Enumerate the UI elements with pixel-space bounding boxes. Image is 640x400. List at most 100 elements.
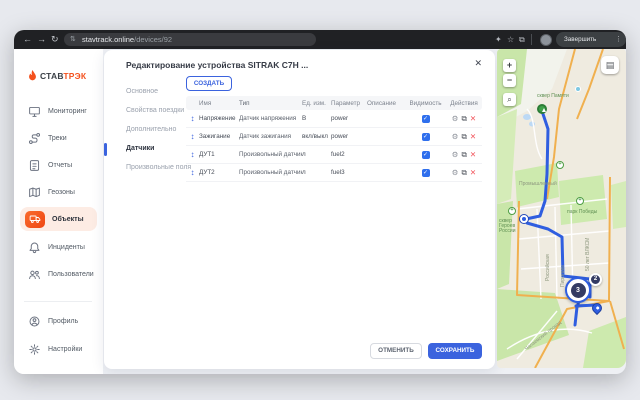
cluster-marker-small[interactable]: 2 — [589, 273, 602, 286]
visibility-checkbox[interactable]: ✓ — [422, 151, 430, 159]
park-marker[interactable]: + — [576, 197, 584, 205]
kebab-menu-icon[interactable]: ⋮ — [615, 32, 622, 47]
back-icon[interactable]: ← — [23, 33, 32, 46]
reload-icon[interactable]: ↻ — [51, 33, 59, 46]
settings-icon[interactable]: ⚙ — [452, 150, 459, 159]
sidebar-item-collapse[interactable]: ← Свернуть — [20, 365, 97, 374]
visibility-checkbox[interactable]: ✓ — [422, 169, 430, 177]
forward-icon[interactable]: → — [37, 33, 46, 46]
zoom-out-button[interactable]: − — [503, 74, 516, 87]
sensor-unit: л — [302, 169, 331, 176]
col-description: Описание — [367, 100, 405, 107]
cancel-button[interactable]: ОТМЕНИТЬ — [370, 343, 422, 359]
cluster-marker-large[interactable]: 3 — [565, 277, 591, 303]
settings-icon[interactable]: ⚙ — [452, 114, 459, 123]
create-button[interactable]: СОЗДАТЬ — [186, 76, 232, 91]
visibility-checkbox[interactable]: ✓ — [422, 115, 430, 123]
sensor-unit: В — [302, 115, 331, 122]
delete-icon[interactable]: ✕ — [470, 168, 476, 177]
sensor-name: Напряжение — [199, 115, 239, 122]
copy-icon[interactable]: ⧉ — [462, 132, 467, 142]
sensor-param: fuel3 — [331, 169, 367, 176]
park-marker[interactable]: + — [556, 161, 564, 169]
finish-update-button[interactable]: Завершить обновление ⋮ — [556, 32, 626, 47]
truck-icon-chip — [25, 211, 45, 228]
settings-icon[interactable]: ⚙ — [452, 132, 459, 141]
table-header: Имя Тип Ед. изм. Параметр Описание Видим… — [186, 96, 482, 110]
close-icon[interactable]: ✕ — [474, 58, 482, 69]
sensors-table: Имя Тип Ед. изм. Параметр Описание Видим… — [186, 96, 482, 182]
collapse-arrow-icon: ← — [28, 372, 41, 374]
sidebar-item-label: Мониторинг — [48, 108, 87, 115]
copy-icon[interactable]: ⧉ — [462, 168, 467, 178]
tab-custom-fields[interactable]: Произвольные поля — [126, 164, 191, 171]
sidebar-item-tracks[interactable]: Треки — [20, 126, 97, 150]
drag-handle-icon[interactable]: ↕ — [186, 168, 199, 177]
settings-icon[interactable]: ⚙ — [452, 168, 459, 177]
sidebar-item-label: Профиль — [48, 318, 78, 325]
report-icon — [28, 159, 41, 172]
truck-icon — [29, 213, 41, 225]
profile-avatar[interactable] — [540, 34, 552, 46]
site-info-icon[interactable]: ⇅ — [70, 33, 76, 46]
sidebar-item-geozones[interactable]: Геозоны — [20, 180, 97, 204]
layers-button[interactable]: ▤ — [601, 56, 619, 74]
sidebar-item-profile[interactable]: Профиль — [20, 309, 97, 333]
toolbar-divider — [531, 34, 532, 45]
table-row: ↕ ДУТ2 Произвольный датчик л fuel3 ✓ ⚙⧉✕ — [186, 164, 482, 182]
delete-icon[interactable]: ✕ — [470, 132, 476, 141]
tab-additional[interactable]: Дополнительно — [126, 126, 176, 133]
sidebar-item-monitoring[interactable]: Мониторинг — [20, 99, 97, 123]
delete-icon[interactable]: ✕ — [470, 150, 476, 159]
zoom-in-button[interactable]: + — [503, 59, 516, 72]
visibility-checkbox[interactable]: ✓ — [422, 133, 430, 141]
tab-trip-properties[interactable]: Свойства поездки — [126, 107, 184, 114]
drag-handle-icon[interactable]: ↕ — [186, 114, 199, 123]
delete-icon[interactable]: ✕ — [470, 114, 476, 123]
downloads-icon[interactable]: ⧉ — [519, 34, 525, 45]
logo-text: СТАВТРЭК — [40, 71, 86, 81]
park-marker[interactable]: + — [508, 207, 516, 215]
sensor-param: power — [331, 133, 367, 140]
col-type: Тип — [239, 100, 302, 107]
sensor-type: Датчик зажигания — [239, 133, 302, 140]
bell-icon — [28, 241, 41, 254]
sidebar-item-reports[interactable]: Отчеты — [20, 153, 97, 177]
col-name: Имя — [199, 100, 239, 107]
map-icon — [28, 186, 41, 199]
sensor-type: Произвольный датчик — [239, 169, 302, 176]
sidebar-item-users[interactable]: Пользователи — [20, 262, 97, 286]
address-bar[interactable]: ⇅stavtrack.online/devices/92 — [64, 33, 316, 46]
sidebar-item-settings[interactable]: Настройки — [20, 337, 97, 361]
sensor-name: Зажигание — [199, 133, 239, 140]
route-point-marker[interactable] — [520, 215, 528, 223]
sidebar-item-label: Свернуть — [48, 374, 79, 375]
sidebar-item-objects[interactable]: Объекты — [20, 207, 97, 231]
table-row: ↕ Зажигание Датчик зажигания вкл/выкл po… — [186, 128, 482, 146]
bookmark-star-icon[interactable]: ☆ — [507, 34, 514, 45]
sidebar-item-incidents[interactable]: Инциденты — [20, 235, 97, 259]
sidebar-divider — [24, 301, 92, 302]
logo[interactable]: СТАВТРЭК — [27, 69, 86, 82]
map-search-button[interactable]: ⌕ — [503, 93, 516, 106]
sensor-unit: вкл/выкл — [302, 133, 331, 140]
map-terrain — [497, 49, 626, 368]
modal-title: Редактирование устройства SITRAK C7H ... — [126, 60, 308, 70]
drag-handle-icon[interactable]: ↕ — [186, 132, 199, 141]
tab-main[interactable]: Основное — [126, 88, 158, 95]
gear-icon — [28, 343, 41, 356]
save-button[interactable]: СОХРАНИТЬ — [428, 343, 482, 359]
route-start-marker[interactable] — [537, 104, 547, 114]
map-panel[interactable]: + + + 3 2 сквер Памяти Промышленный парк… — [497, 49, 626, 368]
copy-icon[interactable]: ⧉ — [462, 150, 467, 160]
sidebar-item-label: Объекты — [52, 216, 84, 223]
sensor-unit: л — [302, 151, 331, 158]
sidebar-item-label: Треки — [48, 135, 67, 142]
tab-sensors[interactable]: Датчики — [126, 145, 154, 152]
sensor-name: ДУТ2 — [199, 169, 239, 176]
edit-device-modal: Редактирование устройства SITRAK C7H ...… — [104, 50, 495, 369]
url-host: stavtrack.online — [82, 35, 134, 44]
copy-icon[interactable]: ⧉ — [462, 114, 467, 124]
drag-handle-icon[interactable]: ↕ — [186, 150, 199, 159]
extensions-icon[interactable]: ✦ — [495, 34, 502, 45]
